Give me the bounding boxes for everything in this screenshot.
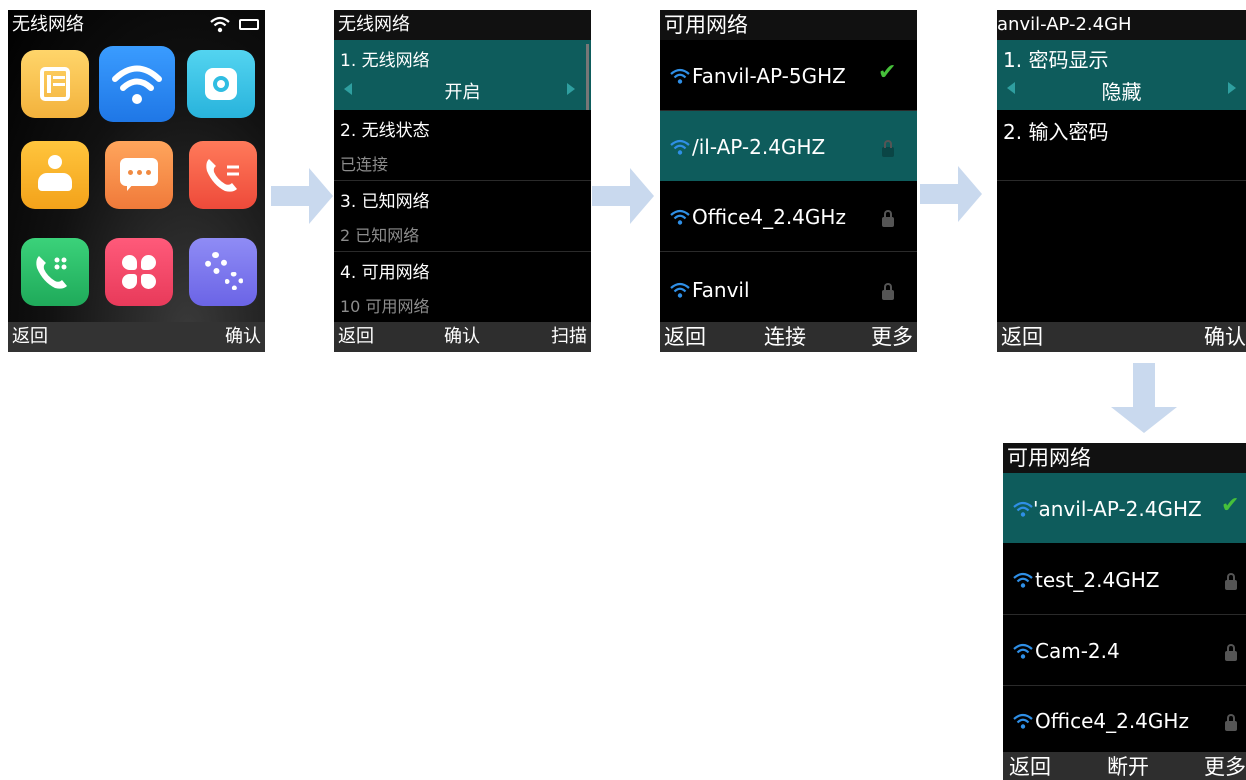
softkey-connect[interactable]: 连接 bbox=[764, 322, 806, 352]
softkey-back[interactable]: 返回 bbox=[664, 322, 706, 352]
call-log-icon[interactable] bbox=[189, 141, 257, 209]
lock-icon bbox=[882, 283, 894, 300]
softkey-bar: 返回 确认 扫描 bbox=[334, 322, 591, 352]
softkey-disconnect[interactable]: 断开 bbox=[1107, 752, 1149, 780]
lock-icon bbox=[1225, 644, 1237, 661]
network-ssid: Fanvil bbox=[692, 278, 750, 302]
menu-item-label: 2. 无线状态 bbox=[340, 121, 430, 141]
menu-item-wifi-toggle[interactable]: 1. 无线网络 开启 bbox=[334, 40, 591, 110]
lock-icon bbox=[1225, 573, 1237, 590]
network-row[interactable]: Cam-2.4 bbox=[1003, 615, 1246, 686]
lock-icon bbox=[882, 210, 894, 227]
wifi-signal-icon bbox=[1013, 713, 1033, 729]
softkey-confirm[interactable]: 确认 bbox=[225, 322, 261, 352]
menu-item-value: 已连接 bbox=[340, 155, 389, 174]
available-networks-screen: 可用网络 Fanvil-AP-5GHZ ✔ /il-AP-2.4GHZ Offi… bbox=[660, 10, 917, 352]
network-ssid: Office4_2.4GHz bbox=[692, 205, 846, 229]
status-bar: 无线网络 bbox=[8, 10, 265, 40]
page-title: 可用网络 bbox=[1003, 443, 1246, 473]
network-row[interactable]: Office4_2.4GHz bbox=[1003, 686, 1246, 752]
menu-item-value: 2 已知网络 bbox=[340, 226, 420, 245]
menu-item-value: 开启 bbox=[444, 82, 481, 103]
menu-item-status[interactable]: 2. 无线状态 已连接 bbox=[334, 110, 591, 181]
menu-item-available-networks[interactable]: 4. 可用网络 10 可用网络 bbox=[334, 252, 591, 322]
softkey-confirm[interactable]: 确认 bbox=[1204, 322, 1246, 352]
dialpad-icon[interactable] bbox=[21, 238, 89, 306]
network-ssid: Office4_2.4GHz bbox=[1035, 709, 1189, 733]
flow-arrow-down bbox=[1111, 363, 1177, 437]
user-icon[interactable] bbox=[21, 141, 89, 209]
wifi-icon[interactable] bbox=[99, 46, 175, 122]
wifi-signal-icon bbox=[1013, 643, 1033, 659]
softkey-more[interactable]: 更多 bbox=[871, 322, 913, 352]
wifi-signal-icon bbox=[670, 209, 690, 225]
menu-item-label: 2. 输入密码 bbox=[1003, 120, 1109, 144]
arrow-right-icon[interactable] bbox=[1228, 82, 1236, 94]
network-row[interactable]: 'anvil-AP-2.4GHZ ✔ bbox=[1003, 473, 1246, 543]
menu-item-label: 1. 密码显示 bbox=[1003, 48, 1109, 72]
network-ssid: /il-AP-2.4GHZ bbox=[692, 135, 826, 159]
softkey-more[interactable]: 更多 bbox=[1204, 752, 1246, 780]
softkey-back[interactable]: 返回 bbox=[12, 322, 48, 352]
softkey-bar: 返回 断开 更多 bbox=[1003, 752, 1246, 780]
menu-item-label: 1. 无线网络 bbox=[340, 51, 430, 71]
password-screen: anvil-AP-2.4GH 1. 密码显示 隐藏 2. 输入密码 返回 确认 bbox=[997, 10, 1246, 352]
network-row[interactable]: /il-AP-2.4GHZ bbox=[660, 111, 917, 181]
wifi-signal-icon bbox=[670, 68, 690, 84]
lock-icon bbox=[1225, 714, 1237, 731]
menu-item-label: 3. 已知网络 bbox=[340, 192, 430, 212]
connected-networks-screen: 可用网络 'anvil-AP-2.4GHZ ✔ test_2.4GHZ Cam-… bbox=[1003, 443, 1246, 780]
network-row[interactable]: test_2.4GHZ bbox=[1003, 544, 1246, 615]
lock-icon bbox=[882, 140, 894, 157]
message-icon[interactable] bbox=[105, 141, 173, 209]
flow-arrow-right bbox=[592, 168, 654, 228]
softkey-back[interactable]: 返回 bbox=[1009, 752, 1051, 780]
menu-item-label: 4. 可用网络 bbox=[340, 263, 430, 283]
menu-item-show-password[interactable]: 1. 密码显示 隐藏 bbox=[997, 40, 1246, 110]
softkey-back[interactable]: 返回 bbox=[1001, 322, 1043, 352]
wifi-signal-icon bbox=[670, 139, 690, 155]
battery-icon bbox=[239, 19, 259, 30]
softkey-bar: 返回 确认 bbox=[8, 322, 265, 352]
connected-check-icon: ✔ bbox=[1221, 493, 1240, 518]
softkey-bar: 返回 连接 更多 bbox=[660, 322, 917, 352]
softkey-scan[interactable]: 扫描 bbox=[551, 322, 587, 352]
menu-item-value: 隐藏 bbox=[1101, 80, 1142, 104]
settings-icon[interactable] bbox=[187, 50, 255, 118]
network-row[interactable]: Fanvil bbox=[660, 252, 917, 322]
network-row[interactable]: Office4_2.4GHz bbox=[660, 181, 917, 252]
wifi-signal-icon bbox=[1013, 572, 1033, 588]
apps-icon[interactable] bbox=[105, 238, 173, 306]
softkey-confirm[interactable]: 确认 bbox=[444, 322, 480, 352]
contacts-book-icon[interactable] bbox=[21, 50, 89, 118]
arrow-right-icon[interactable] bbox=[567, 83, 575, 95]
wifi-status-icon bbox=[209, 10, 231, 45]
wifi-signal-icon bbox=[1013, 501, 1033, 517]
menu-item-known-networks[interactable]: 3. 已知网络 2 已知网络 bbox=[334, 181, 591, 252]
network-ssid: Cam-2.4 bbox=[1035, 639, 1120, 663]
network-ssid: test_2.4GHZ bbox=[1035, 568, 1160, 592]
softkey-bar: 返回 确认 bbox=[997, 322, 1246, 352]
softkey-back[interactable]: 返回 bbox=[338, 322, 374, 352]
page-title: 可用网络 bbox=[660, 10, 917, 40]
scrollbar[interactable] bbox=[586, 44, 589, 110]
home-screen: 无线网络 返回 确认 bbox=[8, 10, 265, 352]
menu-item-value: 10 可用网络 bbox=[340, 297, 430, 316]
flow-arrow-right bbox=[920, 166, 982, 226]
network-ssid: 'anvil-AP-2.4GHZ bbox=[1033, 497, 1202, 521]
advanced-settings-icon[interactable] bbox=[189, 238, 257, 306]
menu-item-enter-password[interactable]: 2. 输入密码 bbox=[997, 110, 1246, 181]
wifi-signal-icon bbox=[670, 282, 690, 298]
page-title: 无线网络 bbox=[12, 14, 84, 35]
connected-check-icon: ✔ bbox=[878, 60, 897, 85]
page-title: anvil-AP-2.4GH bbox=[997, 10, 1246, 40]
page-title: 无线网络 bbox=[334, 10, 591, 40]
network-row[interactable]: Fanvil-AP-5GHZ ✔ bbox=[660, 40, 917, 111]
flow-arrow-right bbox=[271, 168, 333, 228]
network-ssid: Fanvil-AP-5GHZ bbox=[692, 64, 846, 88]
wireless-menu-screen: 无线网络 1. 无线网络 开启 2. 无线状态 已连接 3. 已知网络 2 已知… bbox=[334, 10, 591, 352]
